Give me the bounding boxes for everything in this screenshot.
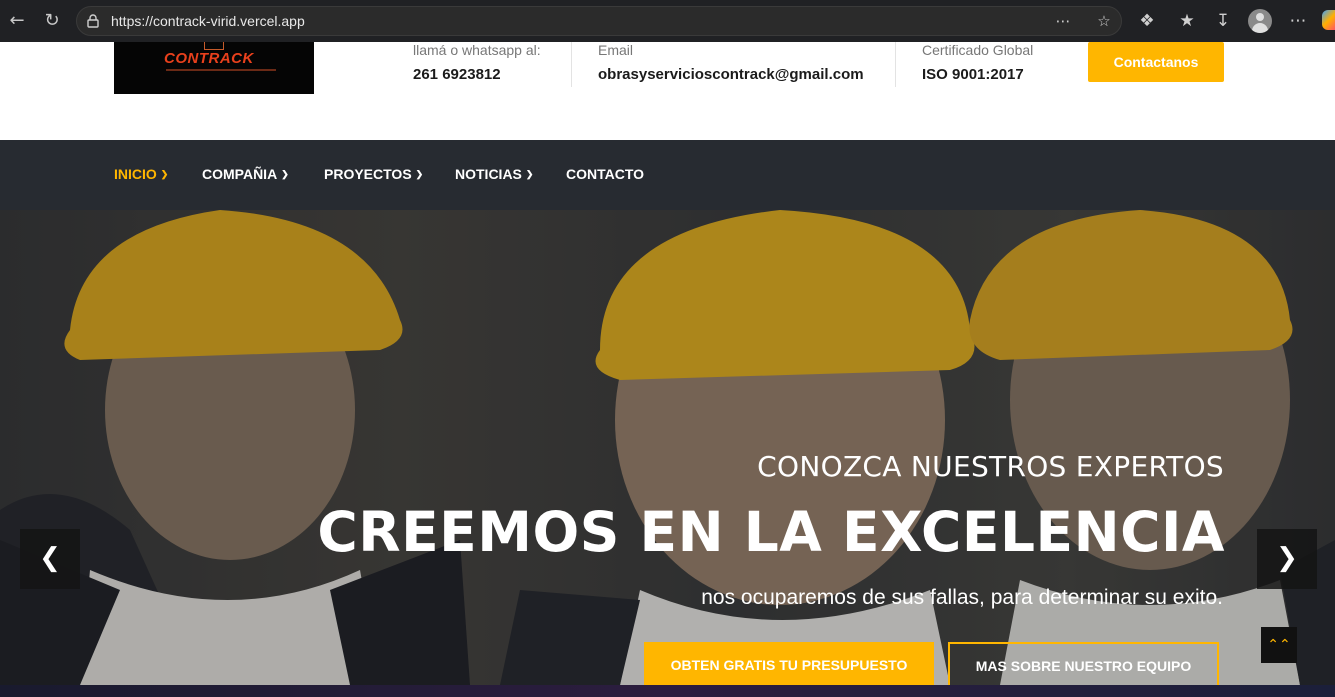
more-icon[interactable]: ⋯: [1286, 9, 1310, 33]
hero-overlay: [0, 210, 1335, 685]
certificate-label: Certificado Global: [922, 42, 1034, 58]
logo-tagline-line: [166, 69, 276, 71]
divider: [571, 42, 572, 87]
free-quote-button[interactable]: OBTEN GRATIS TU PRESUPUESTO: [644, 642, 934, 685]
team-button[interactable]: MAS SOBRE NUESTRO EQUIPO: [948, 642, 1219, 685]
nav-item-label: CONTACTO: [566, 166, 645, 182]
reader-mode-icon[interactable]: ⋯: [1053, 11, 1073, 31]
phone-value: 261 6923812: [413, 66, 501, 83]
chevron-down-icon: ❯: [415, 169, 424, 179]
hero-title: CREEMOS EN LA EXCELENCIA: [317, 500, 1225, 564]
main-nav: INICIO ❯ COMPAÑIA ❯ PROYECTOS ❯ NOTICIAS ❯ C…: [0, 140, 1335, 210]
top-info-bar: CONTRACK llamá o whatsapp al: 261 692381…: [0, 42, 1335, 140]
address-bar[interactable]: https://contrack-virid.vercel.app ⋯ ☆: [76, 6, 1122, 36]
nav-item-label: COMPAÑIA: [202, 166, 278, 182]
logo[interactable]: CONTRACK: [114, 42, 314, 94]
download-icon[interactable]: ↧: [1211, 9, 1235, 33]
os-taskbar: [0, 685, 1335, 697]
nav-item-compania[interactable]: COMPAÑIA ❯: [202, 166, 289, 182]
divider: [895, 42, 896, 87]
nav-item-proyectos[interactable]: PROYECTOS ❯: [324, 166, 423, 182]
refresh-icon[interactable]: ↻: [40, 9, 64, 33]
extensions-icon[interactable]: ❖: [1135, 9, 1159, 33]
hero-slider: CONOZCA NUESTROS EXPERTOS CREEMOS EN LA …: [0, 210, 1335, 685]
nav-item-noticias[interactable]: NOTICIAS ❯: [455, 166, 533, 182]
nav-item-label: NOTICIAS: [455, 166, 522, 182]
slider-prev-button[interactable]: ❮: [20, 529, 80, 589]
hero-subtitle: CONOZCA NUESTROS EXPERTOS: [757, 450, 1224, 483]
hero-text: nos ocuparemos de sus fallas, para deter…: [701, 586, 1223, 609]
back-to-top-button[interactable]: ⌃⌃: [1261, 627, 1297, 663]
favorites-icon[interactable]: ★: [1175, 9, 1199, 33]
lock-icon: [87, 14, 99, 28]
nav-item-inicio[interactable]: INICIO ❯: [114, 166, 168, 182]
nav-item-label: INICIO: [114, 166, 157, 182]
copilot-icon[interactable]: [1322, 10, 1335, 30]
browser-toolbar: ← ↻ https://contrack-virid.vercel.app ⋯ …: [0, 0, 1335, 42]
back-arrow-icon[interactable]: ←: [5, 9, 29, 33]
logo-mark: [204, 42, 224, 50]
logo-text: CONTRACK: [164, 50, 254, 67]
star-icon[interactable]: ☆: [1094, 11, 1114, 31]
chevron-left-icon: ❮: [39, 543, 61, 573]
avatar-icon[interactable]: [1248, 9, 1272, 33]
slider-next-button[interactable]: ❯: [1257, 529, 1317, 589]
email-value: obrasyservicioscontrack@gmail.com: [598, 66, 864, 83]
nav-item-label: PROYECTOS: [324, 166, 412, 182]
phone-label: llamá o whatsapp al:: [413, 42, 541, 58]
contact-button[interactable]: Contactanos: [1088, 42, 1224, 82]
double-chevron-up-icon: ⌃⌃: [1267, 637, 1291, 653]
web-page: CONTRACK llamá o whatsapp al: 261 692381…: [0, 42, 1335, 685]
chevron-down-icon: ❯: [160, 169, 169, 179]
chevron-down-icon: ❯: [281, 169, 289, 179]
nav-item-contacto[interactable]: CONTACTO: [566, 166, 644, 182]
certificate-value: ISO 9001:2017: [922, 66, 1024, 83]
email-label: Email: [598, 42, 634, 58]
chevron-right-icon: ❯: [1276, 543, 1298, 573]
url-text[interactable]: https://contrack-virid.vercel.app: [111, 13, 305, 29]
chevron-down-icon: ❯: [525, 169, 534, 179]
